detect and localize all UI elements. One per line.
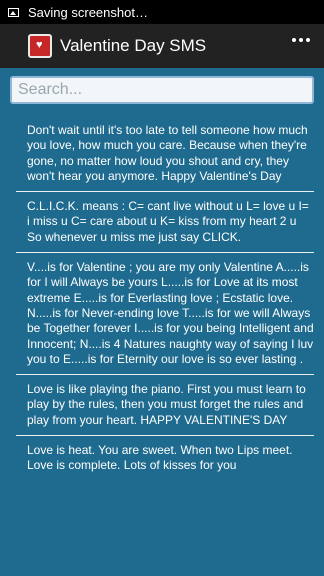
list-item[interactable]: Love is heat. You are sweet. When two Li… [16,436,314,481]
message-text: Don't wait until it's too late to tell s… [27,123,308,183]
search-input[interactable] [10,76,314,104]
message-text: Love is like playing the piano. First yo… [27,382,306,427]
search-box [10,76,314,104]
message-list[interactable]: Don't wait until it's too late to tell s… [16,114,314,481]
app-logo-icon: ♥ [28,34,52,58]
list-item[interactable]: Don't wait until it's too late to tell s… [16,114,314,193]
image-icon [8,7,19,17]
app-title: Valentine Day SMS [60,36,207,55]
list-item[interactable]: C.L.I.C.K. means : C= cant live without … [16,192,314,254]
message-text: Love is heat. You are sweet. When two Li… [27,443,293,473]
message-text: C.L.I.C.K. means : C= cant live without … [27,199,309,244]
list-item[interactable]: Love is like playing the piano. First yo… [16,375,314,437]
app-bar: ♥ Valentine Day SMS [0,24,324,68]
message-text: V....is for Valentine ; you are my only … [27,260,314,366]
overflow-menu-icon[interactable] [292,38,310,42]
list-item[interactable]: V....is for Valentine ; you are my only … [16,253,314,376]
status-text: Saving screenshot… [28,4,148,20]
status-bar: Saving screenshot… [0,0,324,24]
